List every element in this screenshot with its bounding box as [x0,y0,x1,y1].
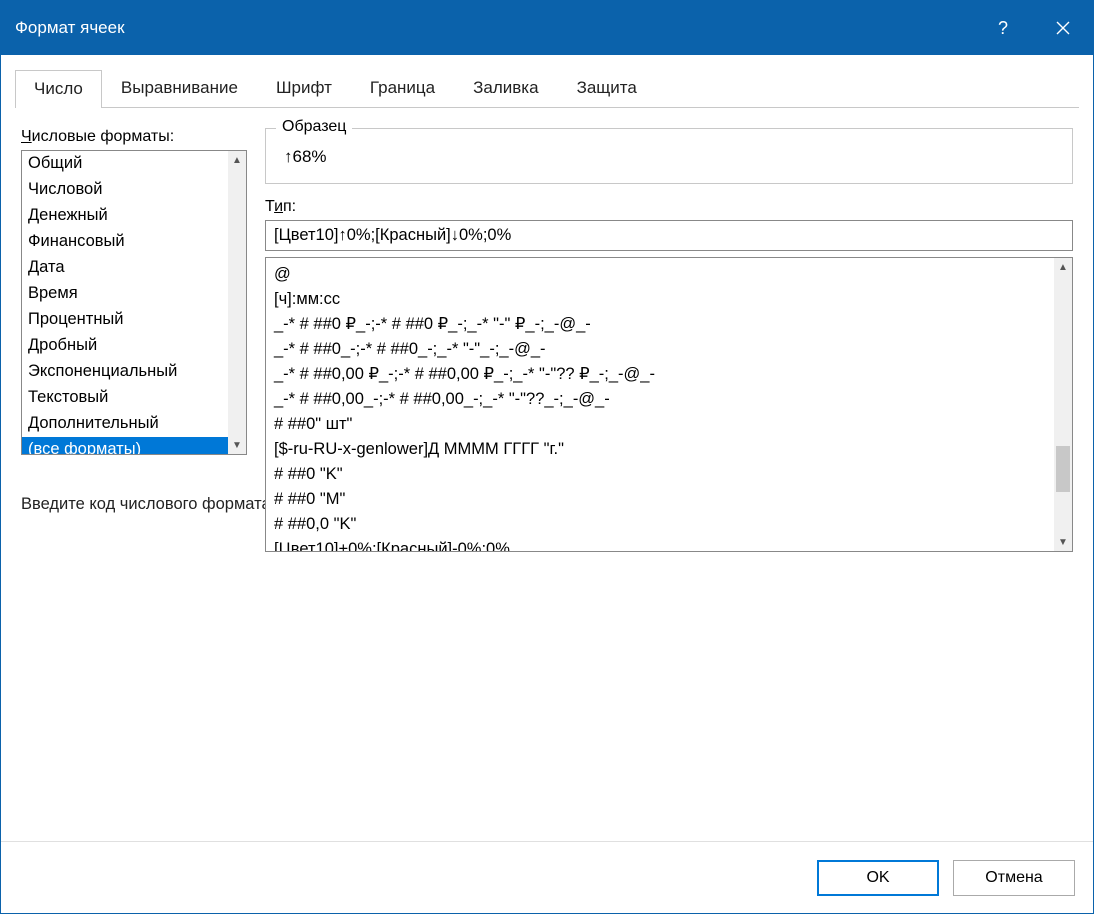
format-code-item[interactable]: _-* # ##0,00_-;-* # ##0,00_-;_-* "-"??_-… [266,387,1052,412]
ok-button[interactable]: OK [817,860,939,896]
format-code-item[interactable]: @ [266,262,1052,287]
type-label: Тип: [265,198,1073,216]
sample-legend: Образец [276,118,352,136]
cancel-button[interactable]: Отмена [953,860,1075,896]
tabstrip: ЧислоВыравниваниеШрифтГраницаЗаливкаЗащи… [15,69,1079,108]
category-item[interactable]: Дополнительный [22,411,228,437]
format-code-item[interactable]: _-* # ##0_-;-* # ##0_-;_-* "-"_-;_-@_- [266,337,1052,362]
scroll-down-icon[interactable]: ▼ [1054,533,1072,551]
scroll-up-icon[interactable]: ▲ [1054,258,1072,276]
category-item[interactable]: Текстовый [22,385,228,411]
window-controls: ? [973,1,1093,55]
dialog-body: ЧислоВыравниваниеШрифтГраницаЗаливкаЗащи… [1,55,1093,841]
tab-число[interactable]: Число [15,70,102,108]
type-input[interactable] [266,221,1072,250]
scroll-thumb[interactable] [1056,446,1070,492]
content-row: Числовые форматы: ОбщийЧисловойДенежныйФ… [21,128,1073,455]
format-code-item[interactable]: _-* # ##0,00 ₽_-;-* # ##0,00 ₽_-;_-* "-"… [266,362,1052,387]
format-code-item[interactable]: # ##0 "M" [266,487,1052,512]
category-item[interactable]: Числовой [22,177,228,203]
tab-шрифт[interactable]: Шрифт [257,69,351,107]
sample-fieldset: Образец ↑68% [265,128,1073,184]
right-column: Образец ↑68% Тип: @[ч]:мм:сс_-* # ##0 ₽_… [265,128,1073,455]
category-item[interactable]: Денежный [22,203,228,229]
format-code-item[interactable]: _-* # ##0 ₽_-;-* # ##0 ₽_-;_-* "-" ₽_-;_… [266,312,1052,337]
format-code-item[interactable]: # ##0,0 "K" [266,512,1052,537]
format-code-item[interactable]: # ##0 "K" [266,462,1052,487]
close-icon [1056,21,1070,35]
number-formats-label: Числовые форматы: [21,128,247,146]
close-button[interactable] [1033,1,1093,55]
tab-граница[interactable]: Граница [351,69,454,107]
format-code-item[interactable]: [ч]:мм:сс [266,287,1052,312]
category-item[interactable]: Процентный [22,307,228,333]
tab-заливка[interactable]: Заливка [454,69,557,107]
dialog-footer: OK Отмена [1,841,1093,913]
scroll-down-icon[interactable]: ▼ [228,436,246,454]
format-cells-dialog: Формат ячеек ? ЧислоВыравниваниеШрифтГра… [0,0,1094,914]
scroll-up-icon[interactable]: ▲ [228,151,246,169]
help-button[interactable]: ? [973,1,1033,55]
category-scrollbar[interactable]: ▲ ▼ [228,151,246,454]
category-item[interactable]: Дата [22,255,228,281]
category-item[interactable]: Дробный [22,333,228,359]
tab-content-number: Числовые форматы: ОбщийЧисловойДенежныйФ… [15,108,1079,841]
category-item[interactable]: Время [22,281,228,307]
sample-value: ↑68% [280,147,1058,167]
window-title: Формат ячеек [15,18,125,38]
tab-выравнивание[interactable]: Выравнивание [102,69,257,107]
category-listbox[interactable]: ОбщийЧисловойДенежныйФинансовыйДатаВремя… [21,150,247,455]
category-item[interactable]: Экспоненциальный [22,359,228,385]
format-scrollbar[interactable]: ▲ ▼ [1054,258,1072,551]
titlebar: Формат ячеек ? [1,1,1093,55]
category-item[interactable]: (все форматы) [22,437,228,454]
category-item[interactable]: Финансовый [22,229,228,255]
format-code-item[interactable]: [$-ru-RU-x-genlower]Д ММММ ГГГГ "г." [266,437,1052,462]
type-input-wrap [265,220,1073,251]
format-code-item[interactable]: [Цвет10]+0%;[Красный]-0%;0% [266,537,1052,551]
tab-защита[interactable]: Защита [558,69,656,107]
category-item[interactable]: Общий [22,151,228,177]
format-code-item[interactable]: # ##0" шт" [266,412,1052,437]
format-code-listbox[interactable]: @[ч]:мм:сс_-* # ##0 ₽_-;-* # ##0 ₽_-;_-*… [265,257,1073,552]
left-column: Числовые форматы: ОбщийЧисловойДенежныйФ… [21,128,247,455]
